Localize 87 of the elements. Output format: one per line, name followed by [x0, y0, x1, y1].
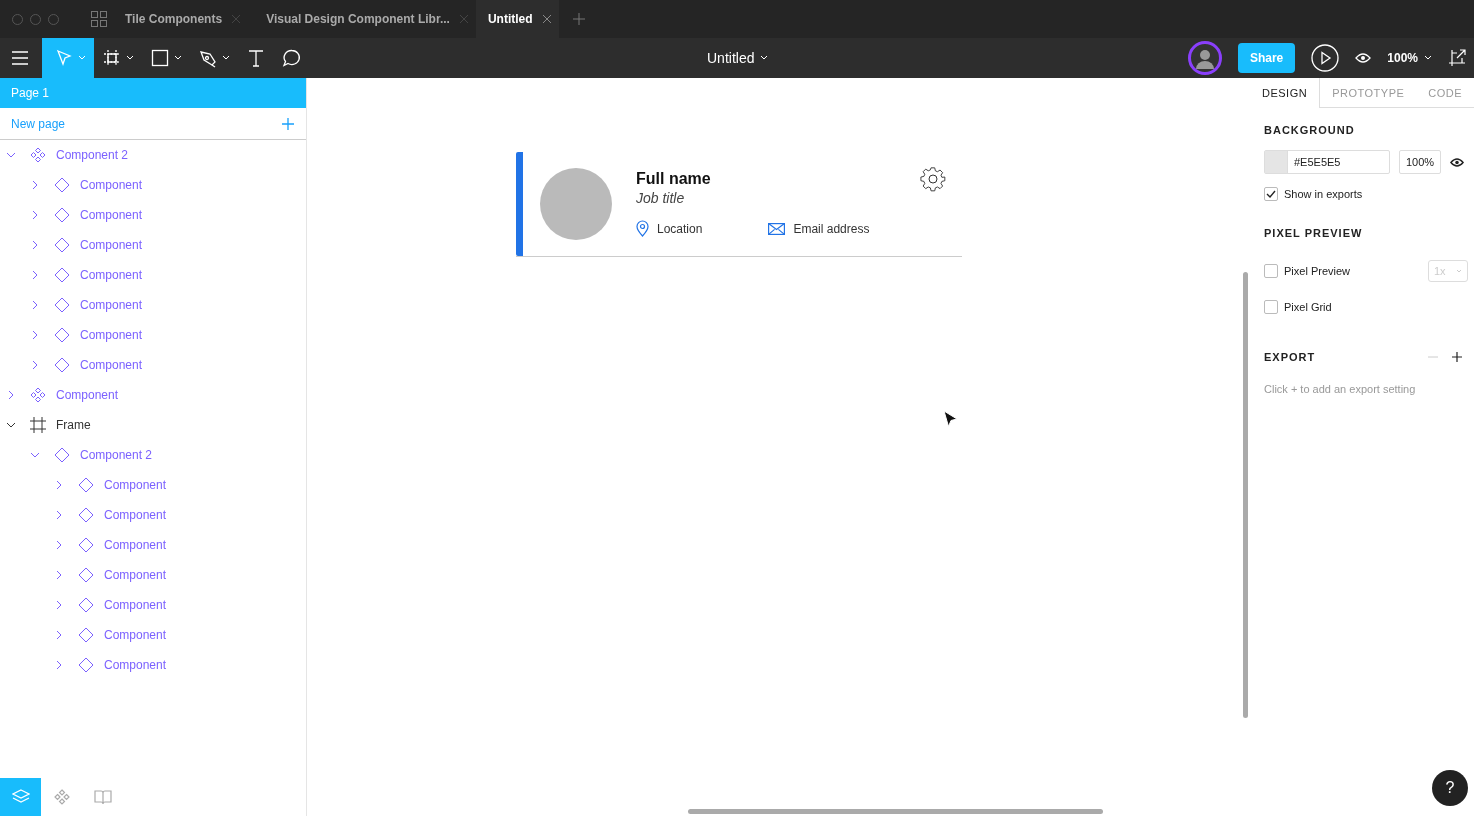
- diamond-icon: [54, 207, 70, 223]
- diamond-icon: [78, 597, 94, 613]
- scrollbar[interactable]: [1243, 272, 1248, 718]
- zoom-level[interactable]: 100%: [1387, 51, 1418, 65]
- layer-name[interactable]: Component: [80, 208, 143, 222]
- diamond-icon: [54, 267, 70, 283]
- color-field[interactable]: #E5E5E5: [1264, 150, 1390, 174]
- checkbox[interactable]: [1264, 300, 1278, 314]
- eye-icon[interactable]: [1450, 157, 1465, 167]
- job-title: Job title: [636, 190, 686, 206]
- layer-name[interactable]: Component: [104, 658, 167, 672]
- chevron-icon[interactable]: [6, 420, 16, 430]
- diamond-icon: [78, 567, 94, 583]
- inspector-tab[interactable]: CODE: [1416, 78, 1474, 108]
- section-title: PIXEL PREVIEW: [1264, 227, 1364, 239]
- layer-name[interactable]: Component: [80, 358, 143, 372]
- diamond-icon: [54, 357, 70, 373]
- components-icon: [30, 147, 46, 163]
- checkbox[interactable]: [1264, 264, 1278, 278]
- components-icon: [52, 789, 71, 805]
- diamond-icon: [78, 627, 94, 643]
- checkbox-label: Pixel Preview: [1284, 265, 1351, 277]
- new-page-link[interactable]: New page: [11, 116, 66, 131]
- diamond-icon: [54, 447, 70, 463]
- envelope-icon: [768, 222, 786, 235]
- layer-name[interactable]: Component: [80, 178, 143, 192]
- opacity-field[interactable]: 100%: [1399, 150, 1442, 174]
- frame-icon: [30, 417, 46, 433]
- diamond-icon: [54, 177, 70, 193]
- layer-name[interactable]: Component: [104, 598, 167, 612]
- scrollbar[interactable]: [688, 809, 1103, 814]
- location-pin-icon: [636, 220, 649, 237]
- components-icon: [30, 387, 46, 403]
- layer-name[interactable]: Component: [104, 478, 167, 492]
- text-icon: [246, 48, 266, 68]
- cursor-icon: [943, 410, 959, 430]
- settings-icon: [920, 166, 946, 192]
- export-hint: Click + to add an export setting: [1264, 383, 1417, 395]
- rectangle-icon: [150, 48, 170, 68]
- layer-name[interactable]: Component: [104, 538, 167, 552]
- layer-name[interactable]: Component: [104, 508, 167, 522]
- diamond-icon: [78, 477, 94, 493]
- layers-icon: [11, 789, 30, 805]
- diamond-icon: [54, 327, 70, 343]
- diamond-icon: [78, 537, 94, 553]
- layer-name[interactable]: Component: [80, 328, 143, 342]
- plus-icon[interactable]: [1452, 352, 1462, 362]
- file-name[interactable]: Untitled: [707, 50, 755, 66]
- file-tab[interactable]: Visual Design Component Libr...: [248, 0, 476, 38]
- play-icon[interactable]: [1311, 44, 1340, 72]
- layer-name[interactable]: Component 2: [80, 448, 153, 462]
- menu-icon[interactable]: [12, 51, 28, 65]
- inspector-tab[interactable]: PROTOTYPE: [1320, 78, 1417, 108]
- section-title: BACKGROUND: [1264, 124, 1356, 136]
- inspector-tab[interactable]: DESIGN: [1250, 78, 1321, 108]
- pen-icon: [198, 48, 218, 68]
- resize-frame-icon[interactable]: [1448, 49, 1466, 67]
- layer-name[interactable]: Component: [56, 388, 119, 402]
- checkbox-label: Show in exports: [1284, 188, 1363, 200]
- layer-name[interactable]: Frame: [56, 418, 91, 432]
- layer-name[interactable]: Component: [104, 628, 167, 642]
- checkbox[interactable]: [1264, 187, 1278, 201]
- file-tab[interactable]: Tile Components: [125, 0, 249, 38]
- layer-name[interactable]: Component: [80, 268, 143, 282]
- diamond-icon: [78, 657, 94, 673]
- layer-name[interactable]: Component 2: [56, 148, 129, 162]
- diamond-icon: [54, 237, 70, 253]
- layer-name[interactable]: Component: [80, 298, 143, 312]
- checkbox-label: Pixel Grid: [1284, 301, 1332, 313]
- pointer-icon: [54, 48, 74, 68]
- email-text: Email address: [793, 221, 870, 236]
- help-button[interactable]: ?: [1432, 770, 1468, 806]
- section-title: EXPORT: [1264, 351, 1317, 363]
- close-icon[interactable]: [542, 15, 551, 23]
- diamond-icon: [78, 507, 94, 523]
- frame-icon: [102, 48, 122, 68]
- layer-name[interactable]: Component: [104, 568, 167, 582]
- grid-icon[interactable]: [91, 11, 107, 27]
- full-name: Full name: [636, 170, 712, 188]
- layer-name[interactable]: Component: [80, 238, 143, 252]
- diamond-icon: [54, 297, 70, 313]
- avatar[interactable]: [1187, 41, 1222, 75]
- file-tab[interactable]: Untitled: [475, 0, 559, 38]
- speech-bubble-icon: [282, 48, 302, 68]
- location-text: Location: [657, 221, 703, 236]
- book-icon: [93, 789, 112, 805]
- color-swatch[interactable]: [1265, 151, 1288, 173]
